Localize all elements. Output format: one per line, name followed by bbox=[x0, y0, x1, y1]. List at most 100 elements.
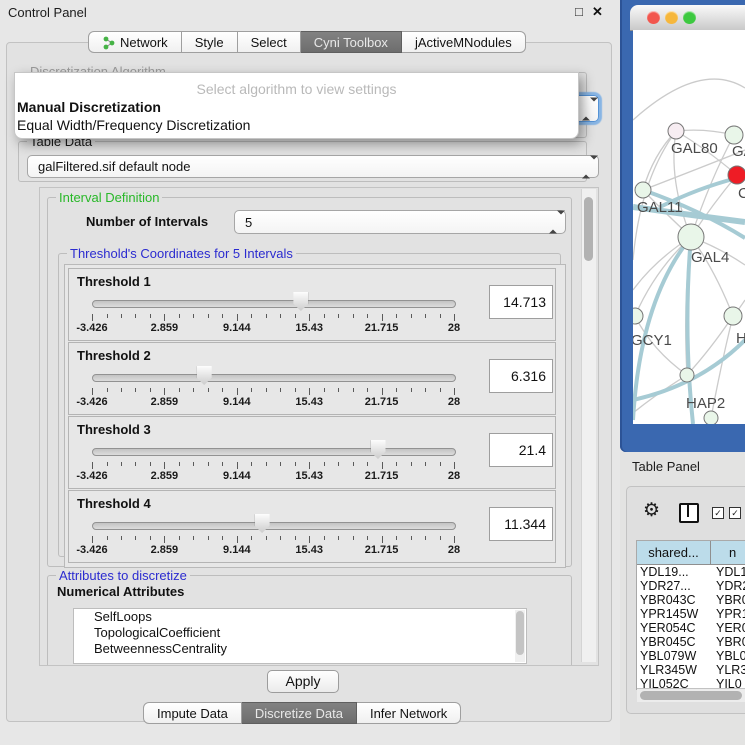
slider-tick bbox=[353, 314, 354, 318]
network-node-ga[interactable] bbox=[725, 126, 743, 144]
tab-discretize-data[interactable]: Discretize Data bbox=[242, 702, 357, 724]
table-data-combo[interactable]: galFiltered.sif default node bbox=[27, 155, 599, 178]
table-hscrollbar-thumb[interactable] bbox=[640, 691, 742, 700]
zoom-window-icon[interactable] bbox=[683, 11, 696, 24]
attribute-list-scrollbar[interactable] bbox=[515, 610, 525, 662]
slider-tick bbox=[208, 314, 209, 318]
slider-tick bbox=[309, 388, 310, 395]
popup-option-manual-discretization[interactable]: Manual Discretization bbox=[17, 99, 161, 115]
table-row[interactable]: YDR27...YDR2 bbox=[637, 579, 745, 593]
network-node-c[interactable] bbox=[728, 166, 745, 184]
slider-tick bbox=[309, 462, 310, 469]
network-node-gal11[interactable] bbox=[635, 182, 651, 198]
checkbox-icon[interactable]: ✓ bbox=[729, 507, 741, 519]
table-row[interactable]: YBR045CYBR0 bbox=[637, 635, 745, 649]
tab-impute-data[interactable]: Impute Data bbox=[143, 702, 242, 724]
tab-cyni-toolbox[interactable]: Cyni Toolbox bbox=[301, 31, 402, 53]
table-data-group: Table Data galFiltered.sif default node bbox=[18, 141, 587, 182]
close-panel-icon[interactable]: ✕ bbox=[592, 4, 603, 20]
slider-track[interactable] bbox=[92, 448, 456, 456]
slider-tick bbox=[425, 536, 426, 540]
num-intervals-value: 5 bbox=[245, 215, 252, 230]
table-hscrollbar[interactable] bbox=[637, 688, 745, 702]
network-node-gal4[interactable] bbox=[678, 224, 704, 250]
checkbox-icon[interactable]: ✓ bbox=[712, 507, 724, 519]
gear-icon[interactable]: ⚙ bbox=[643, 499, 660, 522]
attribute-item-topologicalcoefficient[interactable]: TopologicalCoefficient bbox=[74, 625, 526, 641]
slider-tick bbox=[280, 462, 281, 466]
tab-label: Style bbox=[195, 35, 224, 50]
node-label: GCY1 bbox=[633, 332, 672, 349]
slider-tick bbox=[367, 536, 368, 540]
slider-handle[interactable] bbox=[293, 292, 308, 311]
slider-track[interactable] bbox=[92, 374, 456, 382]
settings-scroll-area: Interval Definition Number of Intervals … bbox=[39, 187, 599, 666]
network-window-titlebar[interactable] bbox=[630, 5, 745, 31]
popup-option-equal-width-frequency-discretization[interactable]: Equal Width/Frequency Discretization bbox=[17, 117, 250, 133]
slider-handle[interactable] bbox=[197, 366, 212, 385]
attribute-item-betweennesscentrality[interactable]: BetweennessCentrality bbox=[74, 641, 526, 657]
slider-tick bbox=[222, 536, 223, 540]
table-row[interactable]: YER054CYER0 bbox=[637, 621, 745, 635]
threshold-value-field[interactable]: 14.713 bbox=[489, 285, 553, 319]
apply-button[interactable]: Apply bbox=[267, 670, 339, 693]
network-node-gal80[interactable] bbox=[668, 123, 684, 139]
slider-tick bbox=[107, 388, 108, 392]
network-node-hap2[interactable] bbox=[680, 368, 694, 382]
close-window-icon[interactable] bbox=[647, 11, 660, 24]
threshold-value-field[interactable]: 6.316 bbox=[489, 359, 553, 393]
slider-tick-label: 15.43 bbox=[295, 544, 323, 556]
tab-label: jActiveMNodules bbox=[415, 35, 512, 50]
table-cell: YBR0 bbox=[714, 635, 745, 649]
tab-network[interactable]: Network bbox=[88, 31, 182, 53]
slider-track[interactable] bbox=[92, 522, 456, 530]
slider-tick bbox=[295, 536, 296, 540]
threshold-block-threshold-4: Threshold 4-3.4262.8599.14415.4321.71528… bbox=[68, 490, 556, 563]
slider-tick bbox=[396, 314, 397, 318]
settings-scrollbar[interactable] bbox=[581, 189, 596, 662]
slider-handle[interactable] bbox=[371, 440, 386, 459]
table-column-header[interactable]: n bbox=[711, 541, 745, 564]
slider-tick bbox=[295, 462, 296, 466]
threshold-value-field[interactable]: 11.344 bbox=[489, 507, 553, 541]
slider-tick bbox=[222, 388, 223, 392]
slider-tick bbox=[280, 314, 281, 318]
node-attribute-table[interactable]: shared...n YDL19...YDL1YDR27...YDR2YBR04… bbox=[636, 540, 745, 690]
attribute-item-selfloops[interactable]: SelfLoops bbox=[74, 609, 526, 625]
slider-tick bbox=[338, 314, 339, 318]
slider-tick-label: 28 bbox=[448, 322, 460, 334]
table-column-header[interactable]: shared... bbox=[637, 541, 711, 564]
table-cell: YDR2 bbox=[714, 579, 745, 593]
threshold-value-field[interactable]: 21.4 bbox=[489, 433, 553, 467]
tab-infer-network[interactable]: Infer Network bbox=[357, 702, 461, 724]
slider-tick bbox=[164, 462, 165, 469]
network-node[interactable] bbox=[704, 411, 718, 424]
slider-track[interactable] bbox=[92, 300, 456, 308]
tab-select[interactable]: Select bbox=[238, 31, 301, 53]
node-label: HAP2 bbox=[686, 395, 725, 412]
network-graph[interactable]: GAL80GACGAL11GAL4GCY1HHAP2 bbox=[633, 30, 745, 424]
slider-handle[interactable] bbox=[255, 514, 270, 533]
table-row[interactable]: YBL079WYBL0 bbox=[637, 649, 745, 663]
tab-jactivemnodules[interactable]: jActiveMNodules bbox=[402, 31, 526, 53]
table-row[interactable]: YDL19...YDL1 bbox=[637, 565, 745, 579]
slider-tick bbox=[324, 536, 325, 540]
minimize-window-icon[interactable] bbox=[665, 11, 678, 24]
tab-style[interactable]: Style bbox=[182, 31, 238, 53]
slider-tick bbox=[411, 388, 412, 392]
attribute-list[interactable]: SelfLoopsTopologicalCoefficientBetweenne… bbox=[73, 608, 527, 664]
network-node-h[interactable] bbox=[724, 307, 742, 325]
network-node-gcy1[interactable] bbox=[633, 308, 643, 324]
scrollbar-thumb[interactable] bbox=[584, 197, 593, 261]
network-canvas[interactable]: GAL80GACGAL11GAL4GCY1HHAP2 bbox=[633, 30, 745, 424]
slider-tick bbox=[107, 314, 108, 318]
table-row[interactable]: YBR043CYBR0 bbox=[637, 593, 745, 607]
split-columns-icon[interactable] bbox=[679, 503, 699, 523]
network-edge[interactable] bbox=[633, 79, 745, 120]
table-row[interactable]: YPR145WYPR1 bbox=[637, 607, 745, 621]
num-intervals-combo[interactable]: 5 bbox=[234, 210, 566, 234]
threshold-block-threshold-2: Threshold 2-3.4262.8599.14415.4321.71528… bbox=[68, 342, 556, 415]
table-cell: YBR0 bbox=[714, 593, 745, 607]
float-panel-icon[interactable]: □ bbox=[575, 4, 583, 19]
table-row[interactable]: YLR345WYLR3 bbox=[637, 663, 745, 677]
